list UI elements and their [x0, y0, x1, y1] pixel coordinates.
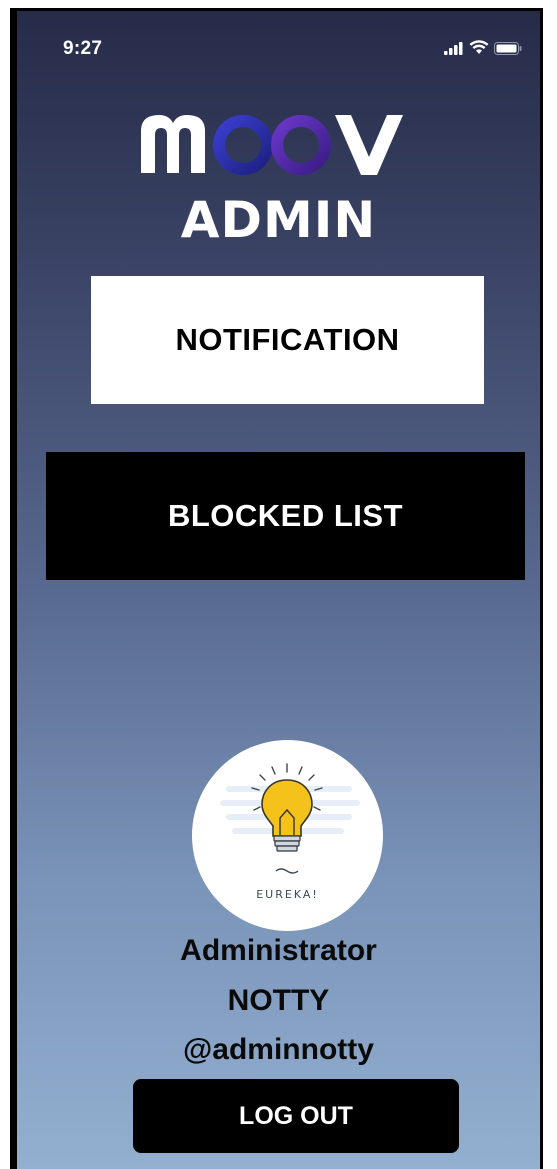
status-time: 9:27 [63, 38, 103, 59]
status-icons [444, 39, 522, 55]
moov-logo-graphic [140, 115, 403, 175]
logo-letter-v [334, 115, 403, 175]
logo-letter-m [140, 115, 205, 173]
notification-button[interactable]: NOTIFICATION [91, 276, 484, 404]
admin-title: ADMIN [180, 191, 377, 249]
logout-button[interactable]: LOG OUT [133, 1079, 459, 1153]
app-screen: 9:27 ADMIN NOTIFICATION BLOCKED LIST EUR… [10, 8, 543, 1169]
battery-icon [494, 42, 522, 55]
logo-letter-o-1 [212, 115, 273, 175]
profile-handle: @adminnotty [183, 1033, 374, 1066]
blocked-list-button[interactable]: BLOCKED LIST [46, 452, 525, 580]
signal-icon [444, 42, 463, 55]
logo-letter-o-2 [270, 115, 331, 175]
status-bar: 9:27 [17, 11, 540, 83]
profile-role: Administrator [180, 934, 377, 967]
avatar-caption: EUREKA! [256, 888, 319, 901]
moov-logo [17, 95, 540, 185]
wifi-icon [469, 40, 489, 54]
lightbulb-icon [220, 763, 360, 874]
profile-name: NOTTY [227, 984, 330, 1017]
device-frame: 9:27 ADMIN NOTIFICATION BLOCKED LIST EUR… [0, 0, 557, 1169]
avatar[interactable]: EUREKA! [192, 740, 383, 931]
